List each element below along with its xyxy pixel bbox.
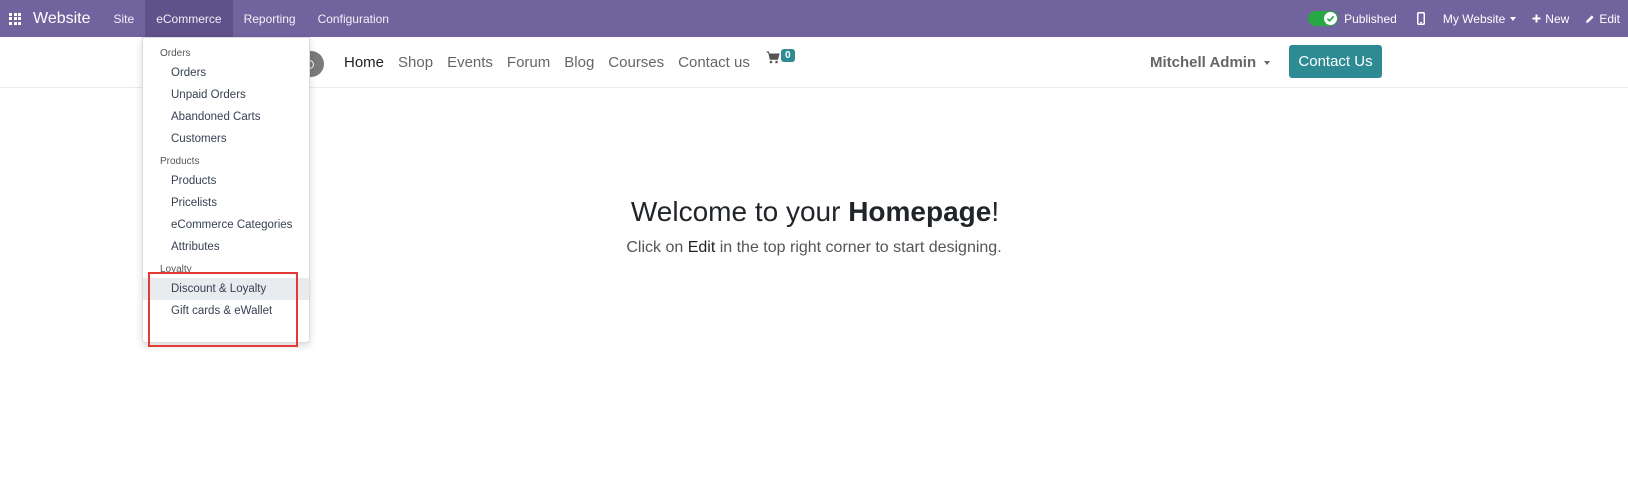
hero-title-prefix: Welcome to your	[630, 196, 849, 227]
plus-icon	[1532, 14, 1541, 23]
admin-navbar: Website Site eCommerce Reporting Configu…	[0, 0, 1628, 37]
topmenu-ecommerce[interactable]: eCommerce	[145, 0, 233, 37]
hero-sub-suffix: in the top right corner to start designi…	[715, 239, 1002, 256]
toggle-switch[interactable]	[1308, 11, 1339, 26]
hero-title-bold: Homepage	[848, 196, 992, 227]
user-menu[interactable]: Mitchell Admin	[1150, 37, 1271, 88]
chevron-down-icon	[1510, 16, 1517, 21]
new-button[interactable]: New	[1532, 12, 1569, 26]
cart-link[interactable]: 0	[766, 49, 795, 69]
contact-us-button[interactable]: Contact Us	[1289, 45, 1382, 78]
ecommerce-dropdown-menu: Orders Orders Unpaid Orders Abandoned Ca…	[142, 37, 310, 343]
admin-navbar-right: Published My Website New Edit	[1308, 0, 1628, 37]
my-website-label: My Website	[1442, 11, 1506, 26]
dropdown-item-orders[interactable]: Orders	[143, 62, 309, 84]
dropdown-header-products: Products	[160, 156, 200, 167]
dropdown-item-products[interactable]: Products	[143, 170, 309, 192]
nav-contact-us[interactable]: Contact us	[678, 54, 750, 71]
hero-sub-bold: Edit	[687, 239, 716, 256]
topmenu-reporting[interactable]: Reporting	[233, 0, 307, 37]
dropdown-item-abandoned-carts[interactable]: Abandoned Carts	[143, 106, 309, 128]
dropdown-header-orders: Orders	[160, 48, 191, 59]
nav-home[interactable]: Home	[344, 54, 384, 71]
website-nav: Home Shop Events Forum Blog Courses Cont…	[344, 37, 764, 88]
dropdown-item-ecommerce-categories[interactable]: eCommerce Categories	[143, 214, 309, 236]
dropdown-item-unpaid-orders[interactable]: Unpaid Orders	[143, 84, 309, 106]
hero-title-suffix: !	[991, 196, 1000, 227]
pencil-icon	[1585, 14, 1595, 24]
chevron-down-icon	[1264, 60, 1271, 65]
dropdown-item-customers[interactable]: Customers	[143, 128, 309, 150]
apps-menu-icon[interactable]	[0, 0, 30, 37]
nav-blog[interactable]: Blog	[564, 54, 594, 71]
hero-sub-prefix: Click on	[626, 239, 688, 256]
mobile-icon	[1416, 12, 1425, 25]
dropdown-header-loyalty: Loyalty	[160, 264, 192, 275]
nav-courses[interactable]: Courses	[608, 54, 664, 71]
app-brand[interactable]: Website	[33, 10, 91, 28]
dropdown-item-pricelists[interactable]: Pricelists	[143, 192, 309, 214]
published-label: Published	[1344, 11, 1397, 26]
shopping-cart-icon	[766, 51, 780, 69]
edit-button[interactable]: Edit	[1585, 12, 1620, 26]
published-toggle[interactable]: Published	[1308, 11, 1397, 26]
topmenu-site[interactable]: Site	[103, 0, 146, 37]
nav-forum[interactable]: Forum	[507, 54, 550, 71]
dropdown-item-attributes[interactable]: Attributes	[143, 236, 309, 258]
my-website-menu[interactable]: My Website	[1442, 11, 1517, 26]
mobile-preview-button[interactable]	[1416, 12, 1429, 25]
new-label: New	[1545, 11, 1570, 26]
cart-count-badge: 0	[781, 49, 795, 62]
user-name: Mitchell Admin	[1150, 54, 1257, 71]
nav-events[interactable]: Events	[447, 54, 493, 71]
nav-shop[interactable]: Shop	[398, 54, 433, 71]
topmenu-configuration[interactable]: Configuration	[307, 0, 400, 37]
dropdown-item-gift-cards-ewallet[interactable]: Gift cards & eWallet	[143, 300, 309, 322]
edit-label: Edit	[1599, 11, 1620, 26]
check-icon	[1324, 12, 1338, 25]
dropdown-item-discount-loyalty[interactable]: Discount & Loyalty	[143, 278, 309, 300]
